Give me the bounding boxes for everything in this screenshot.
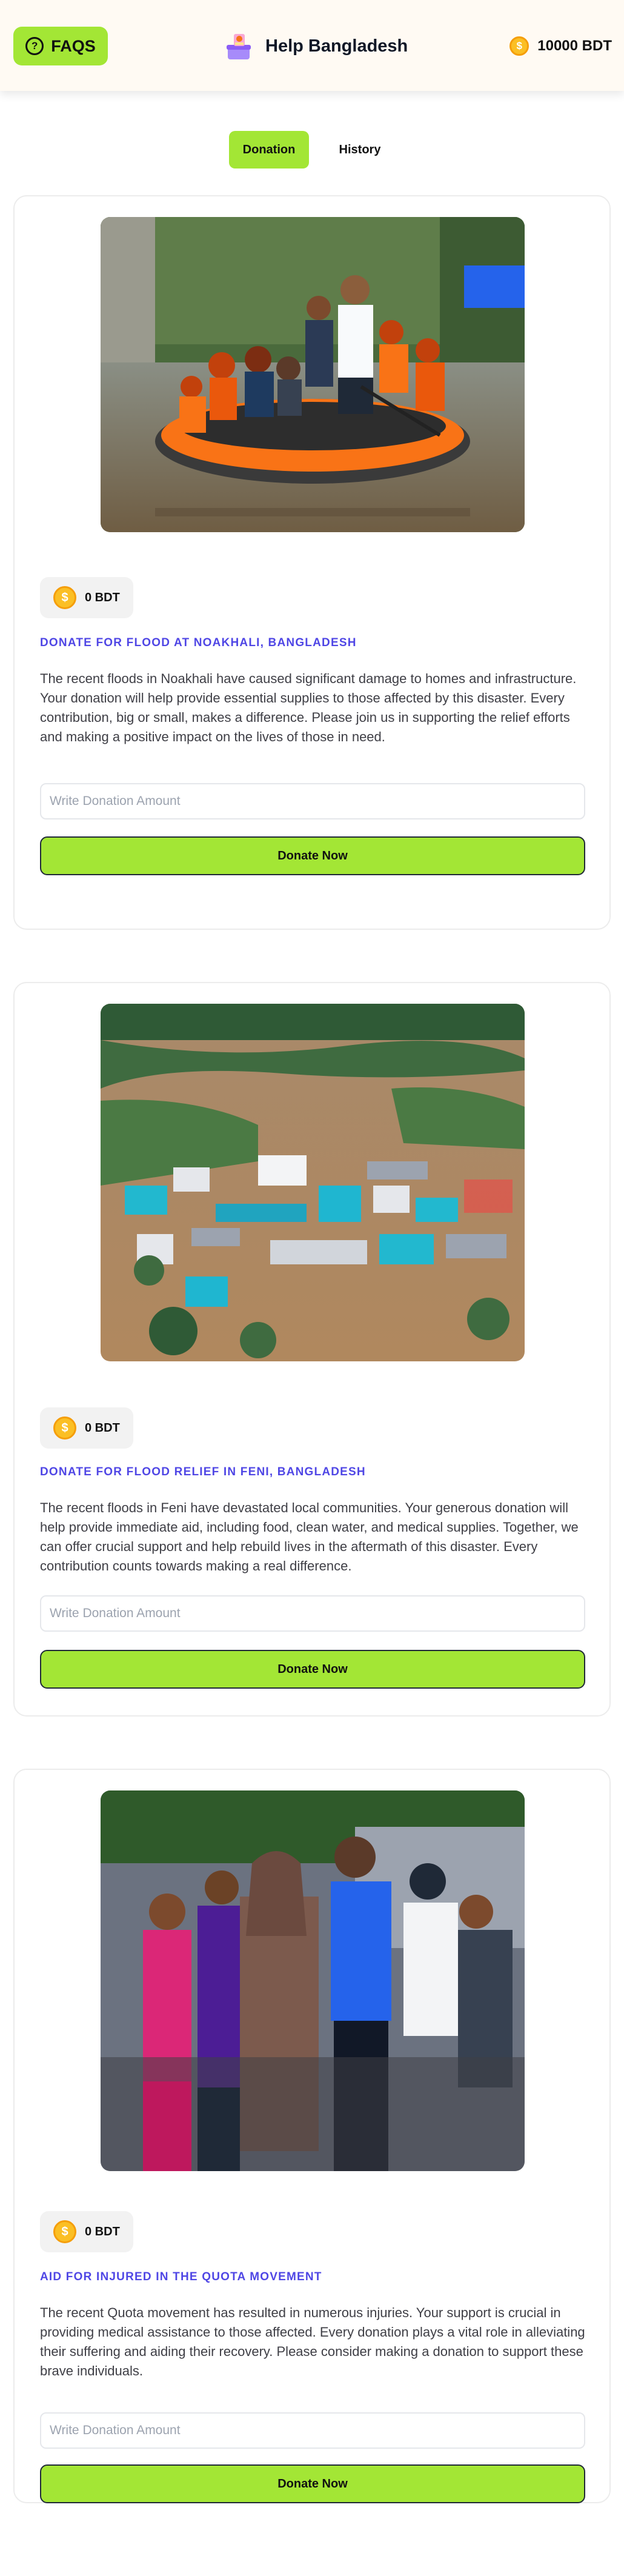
donation-amount-input[interactable]: [40, 783, 585, 819]
raised-amount-value: 0 BDT: [85, 590, 120, 604]
donation-card: $ 0 BDT Aid for Injured in the Quota Mov…: [13, 1769, 611, 2503]
flooded-town-image: [101, 1004, 525, 1361]
tab-history[interactable]: History: [325, 131, 395, 169]
card-description: The recent Quota movement has resulted i…: [40, 2305, 585, 2378]
tab-donation[interactable]: Donation: [229, 131, 309, 169]
coin-icon: $: [53, 1416, 76, 1440]
balance-display: $ 10000 BDT: [509, 32, 612, 61]
raised-amount-value: 0 BDT: [85, 1421, 120, 1435]
site-header: ? FAQS Help Bangladesh $ 10000 BDT: [0, 0, 624, 91]
flood-rescue-image: [101, 217, 525, 532]
card-description: The recent floods in Noakhali have cause…: [40, 671, 577, 744]
faqs-label: FAQS: [51, 36, 96, 55]
coin-icon: $: [53, 586, 76, 609]
protest-crowd-image: [101, 1790, 525, 2171]
faqs-button[interactable]: ? FAQS: [13, 27, 108, 65]
raised-amount-value: 0 BDT: [85, 2224, 120, 2238]
donate-now-button[interactable]: Donate Now: [40, 1650, 585, 1689]
donation-card: $ 0 BDT Donate for Flood Relief in Feni,…: [13, 982, 611, 1717]
coin-icon: $: [53, 2220, 76, 2243]
card-title: Aid for Injured in the Quota Movement: [40, 2271, 322, 2283]
card-title: Donate for Flood Relief in Feni, Banglad…: [40, 1466, 366, 1478]
question-circle-icon: ?: [25, 37, 44, 55]
donate-now-button[interactable]: Donate Now: [40, 2464, 585, 2503]
card-description: The recent floods in Feni have devastate…: [40, 1500, 579, 1573]
brand[interactable]: Help Bangladesh: [222, 27, 408, 65]
coin-icon: $: [509, 36, 529, 56]
donation-card: $ 0 BDT Donate for Flood at Noakhali, Ba…: [13, 195, 611, 930]
donate-now-button[interactable]: Donate Now: [40, 836, 585, 875]
donation-amount-input[interactable]: [40, 1595, 585, 1632]
logo-icon: [222, 29, 256, 63]
balance-amount: 10000 BDT: [537, 38, 612, 54]
donation-amount-input[interactable]: [40, 2412, 585, 2449]
card-title: Donate for Flood at Noakhali, Bangladesh: [40, 636, 357, 649]
raised-amount: $ 0 BDT: [40, 1407, 133, 1449]
raised-amount: $ 0 BDT: [40, 2211, 133, 2252]
raised-amount: $ 0 BDT: [40, 577, 133, 618]
tab-bar: Donation History: [0, 131, 624, 169]
brand-title: Help Bangladesh: [265, 36, 408, 56]
